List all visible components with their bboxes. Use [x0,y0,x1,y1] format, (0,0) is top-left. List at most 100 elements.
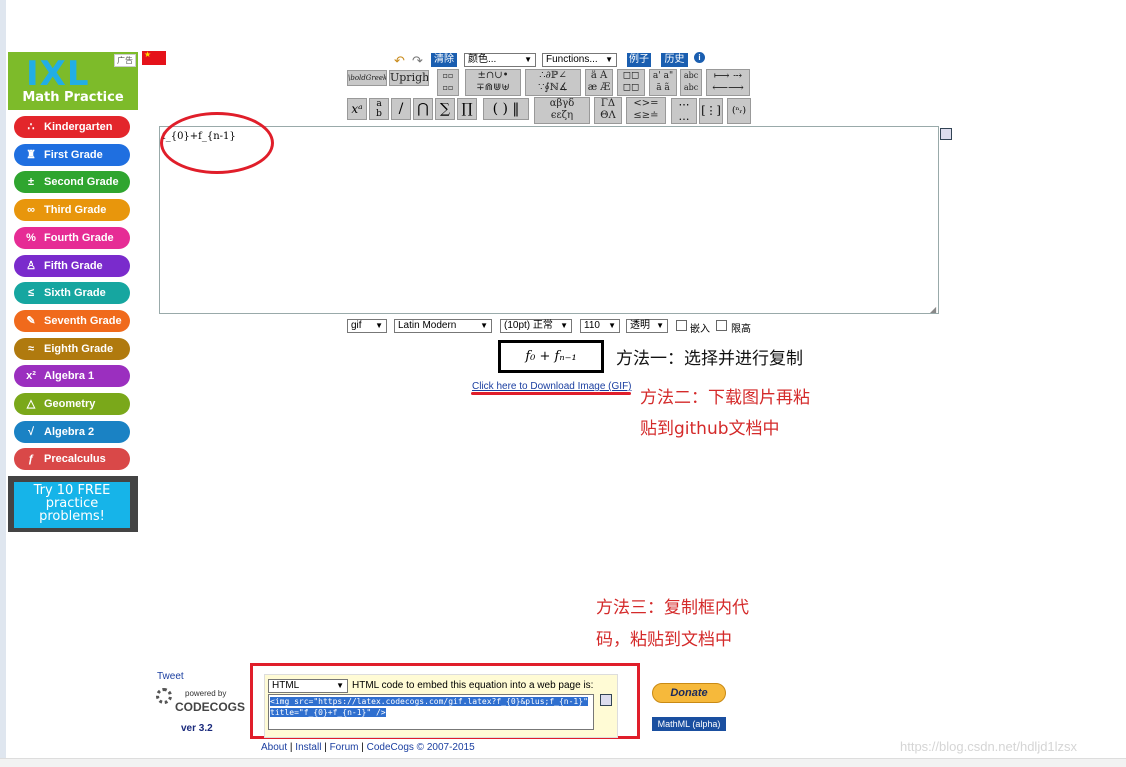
mathml-button[interactable]: MathML (alpha) [652,717,726,731]
ad-item-third-grade[interactable]: ∞ Third Grade [14,199,130,222]
ad-item-label: Fifth Grade [44,259,103,272]
embed-code-text[interactable]: <img src="https://latex.codecogs.com/gif… [270,696,590,718]
embed-type-select[interactable]: HTML ▼ [268,679,348,693]
overline-icon[interactable]: abc abc [680,69,702,96]
ad-item-label: Eighth Grade [44,342,114,355]
ad-item-label: Fourth Grade [44,231,114,244]
watermark: https://blog.csdn.net/hdljd1lzsx [900,739,1078,754]
sum-icon[interactable]: ∑ [435,98,455,120]
ad-item-icon: ƒ [27,453,35,466]
accent-symbols-icon[interactable]: ä Äæ Æ [585,69,613,96]
ad-item-kindergarten[interactable]: ∴ Kindergarten [14,116,130,138]
ad-item-geometry[interactable]: △ Geometry [14,393,130,415]
greek-upper-icon[interactable]: ΓΔ ΘΛ [594,97,622,124]
relations-icon[interactable]: <>= ≤≥≐ [626,97,666,124]
ad-item-icon: ♜ [26,148,36,161]
arrows-icon[interactable]: ⟼ ⤏ ⟵⟶ [706,69,750,96]
ad-item-seventh-grade[interactable]: ✎ Seventh Grade [14,309,130,332]
ad-tag[interactable]: 广告 [114,54,136,67]
download-image-link[interactable]: Click here to Download Image (GIF) [472,381,632,392]
china-flag-icon[interactable] [142,50,166,65]
chevron-down-icon: ▼ [336,681,344,690]
format-select-value: gif [351,320,362,331]
history-button[interactable]: 历史 [661,53,688,67]
version-label: ver 3.2 [181,723,213,734]
ad-item-label: Second Grade [44,176,119,189]
superscript-accents-icon[interactable]: a' a" ā ã [649,69,677,96]
info-icon[interactable]: i [694,52,705,63]
tweet-link[interactable]: Tweet [157,671,184,682]
copy-icon[interactable] [600,694,612,706]
big-cap-icon[interactable]: ⋂ [413,98,433,120]
matrix-symbols-icon[interactable]: ▫▫ ▫▫ [437,69,459,96]
ad-item-fourth-grade[interactable]: % Fourth Grade [14,226,130,249]
codecogs-link[interactable]: CodeCogs © 2007-2015 [367,742,475,753]
forum-link[interactable]: Forum [330,742,359,753]
ad-item-eighth-grade[interactable]: ≈ Eighth Grade [14,337,130,360]
ad-item-label: Third Grade [44,204,107,217]
greek-lower-icon[interactable]: αβγδ ϵεζη [534,97,590,124]
ad-item-algebra-1[interactable]: x² Algebra 1 [14,365,130,388]
ad-item-algebra-2[interactable]: √ Algebra 2 [14,420,130,443]
functions-select-value: Functions... [546,54,598,65]
ad-cta[interactable]: Try 10 FREE practice problems! [8,476,138,532]
background-select[interactable]: 透明 ▼ [626,319,668,333]
about-link[interactable]: About [261,742,287,753]
embed-label: 嵌入 [690,324,710,335]
ad-item-sixth-grade[interactable]: ≤ Sixth Grade [14,282,130,305]
brackets-icon[interactable]: ( ) ‖ [483,98,529,120]
ad-item-first-grade[interactable]: ♜ First Grade [14,143,130,166]
functions-select[interactable]: Functions... ▼ [542,53,617,67]
ad-item-fifth-grade[interactable]: ♙ Fifth Grade [14,254,130,277]
inline-checkbox[interactable] [716,320,727,331]
codecogs-logo[interactable]: CODECOGS [175,700,245,714]
equation-editor-textarea[interactable] [159,126,939,314]
ad-item-label: Algebra 1 [44,370,95,383]
ad-item-icon: % [26,231,36,244]
ad-item-label: First Grade [44,148,103,161]
undo-icon[interactable]: ↶ [394,53,405,69]
copy-icon[interactable] [940,128,952,140]
format-select[interactable]: gif ▼ [347,319,387,333]
footer-links: About | Install | Forum | CodeCogs © 200… [261,742,475,753]
font-select[interactable]: Latin Modern ▼ [394,319,492,333]
ad-item-label: Algebra 2 [44,425,95,438]
resize-handle-icon[interactable]: ◢ [930,305,936,314]
superscript-icon[interactable]: xᵃ [347,98,367,120]
ad-item-precalculus[interactable]: ƒ Precalculus [14,448,130,471]
redo-icon[interactable]: ↷ [412,53,423,69]
ixl-advertisement[interactable]: IXL 广告 Math Practice ∴ Kindergarten ♜ First… [8,52,138,532]
fraction-icon[interactable]: ab [369,98,389,120]
examples-button[interactable]: 例子 [627,53,651,67]
clear-button[interactable]: 清除 [431,53,457,67]
size-select[interactable]: (10pt) 正常 ▼ [500,319,572,333]
chevron-down-icon: ▼ [656,321,664,330]
equation-preview-image[interactable]: f₀ + fₙ₋₁ [498,340,604,373]
ad-item-icon: ≤ [27,287,35,300]
array-icon[interactable]: [⋮] [699,98,723,124]
embed-type-value: HTML [272,680,300,691]
set-operators-icon[interactable]: ±∩∪• ∓⋒⋓⊎ [465,69,521,96]
ad-item-label: Kindergarten [44,121,113,133]
slash-icon[interactable]: / [391,98,411,120]
calculus-symbols-icon[interactable]: ∴∂ℙ∠ ∵∮ℕ∡ [525,69,581,96]
install-link[interactable]: Install [295,742,321,753]
binomial-icon[interactable]: (ⁿᵣ) [727,98,751,124]
box-symbols-icon[interactable]: ◻◻ ◻◻ [617,69,645,96]
embed-checkbox[interactable] [676,320,687,331]
chevron-down-icon: ▼ [480,321,488,330]
upright-button[interactable]: Upright [389,70,429,86]
ad-item-second-grade[interactable]: ± Second Grade [14,171,130,194]
product-icon[interactable]: ∏ [457,98,477,120]
bold-greek-button[interactable]: \boldGreek [347,70,387,86]
dpi-select[interactable]: 110 ▼ [580,319,620,333]
ad-item-label: Geometry [44,398,96,410]
ad-item-label: Seventh Grade [44,314,122,327]
embed-code-line1: <img src="https://latex.codecogs.com/gif… [270,697,588,706]
ad-cta-button[interactable]: Try 10 FREE practice problems! [14,482,130,528]
codecogs-gear-icon [156,688,172,704]
donate-button[interactable]: Donate [652,683,726,703]
dots-icon[interactable]: ⋯… [671,98,697,124]
embed-code-line2: title="f_{0}+f_{n-1}" /> [270,708,386,717]
color-select[interactable]: 颜色... ▼ [464,53,536,67]
